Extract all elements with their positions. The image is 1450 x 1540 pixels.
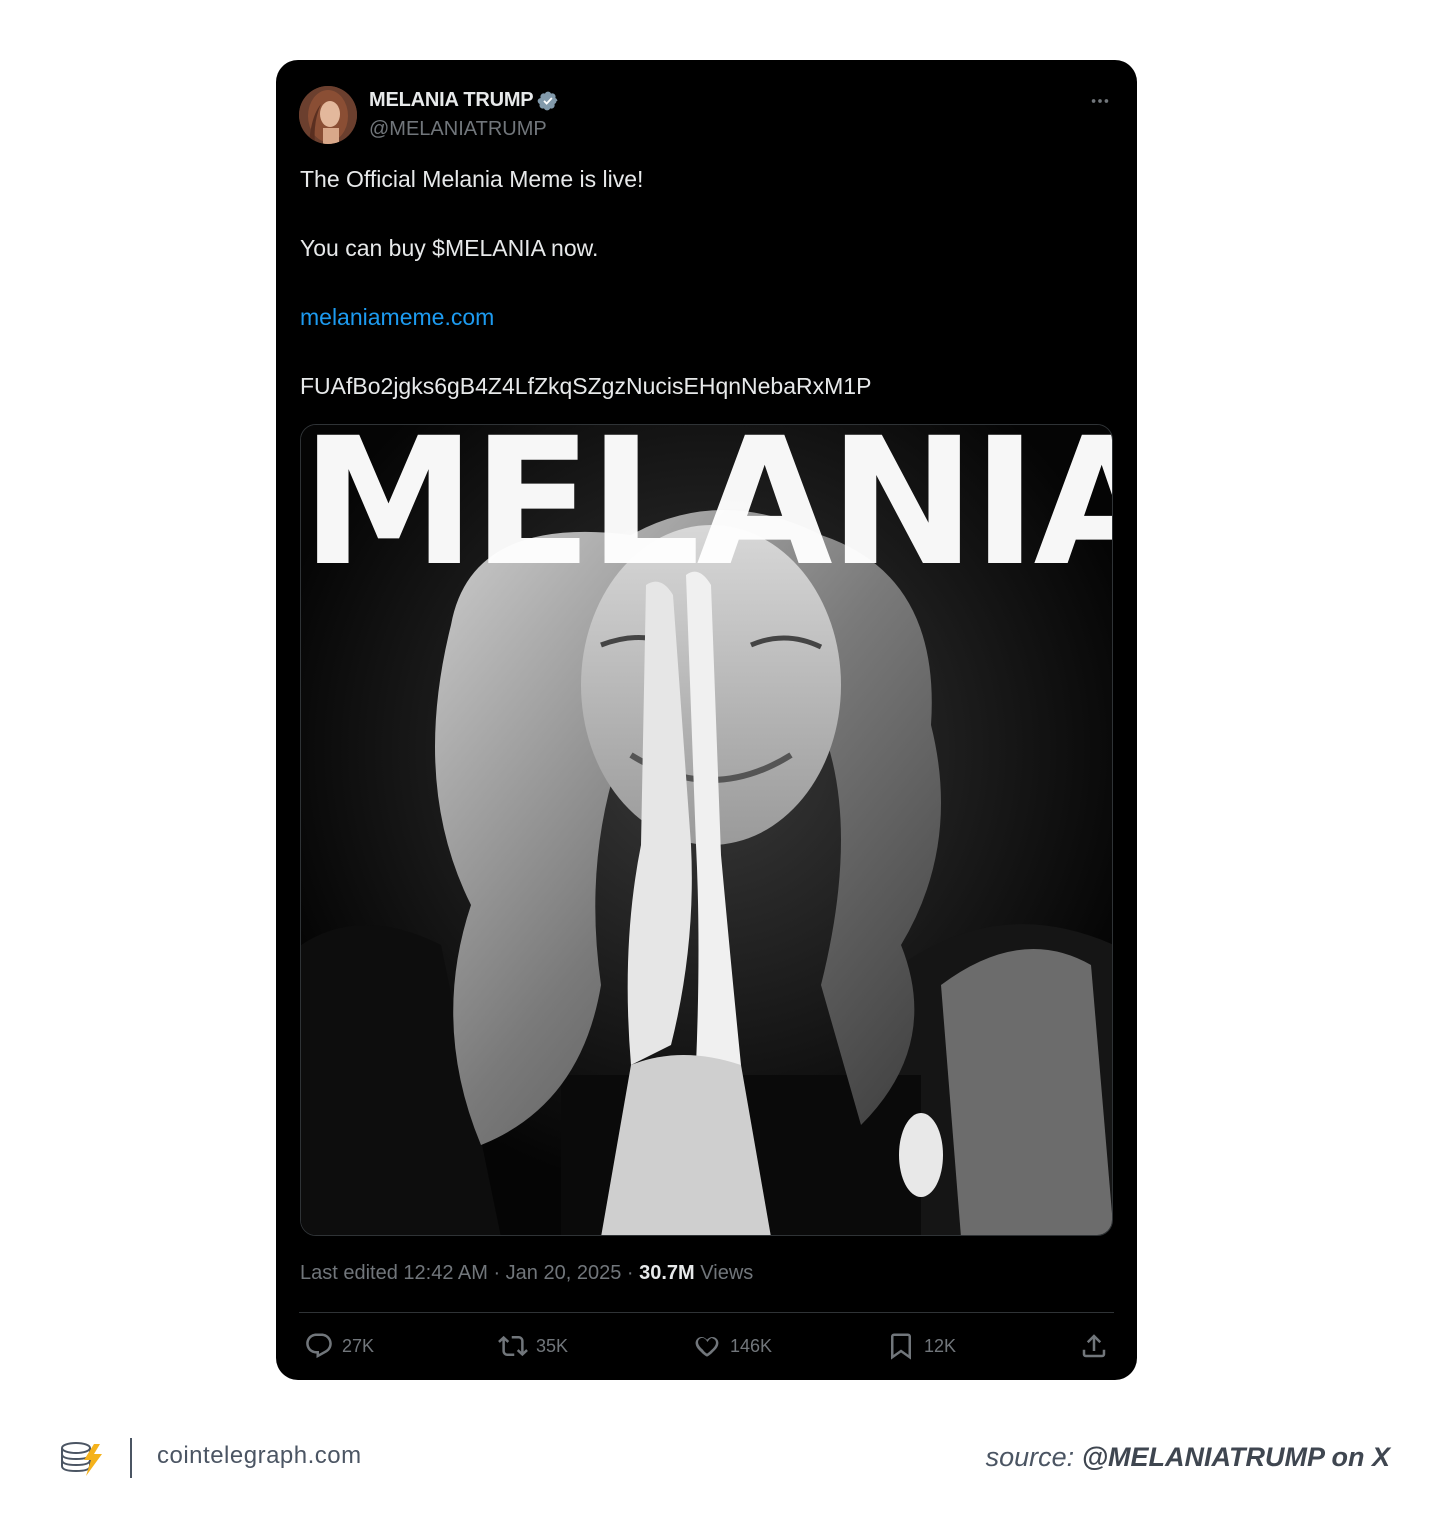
author-avatar[interactable] bbox=[299, 86, 357, 144]
edited-timestamp[interactable]: Last edited 12:42 AM · Jan 20, 2025 · bbox=[300, 1262, 639, 1284]
media-title-text: MELANIA bbox=[301, 424, 1113, 605]
footer-source-handle: @MELANIATRUMP on X bbox=[1081, 1442, 1390, 1472]
cointelegraph-logo-icon bbox=[61, 1442, 102, 1476]
more-options-icon[interactable] bbox=[1085, 86, 1115, 116]
author-name[interactable]: MELANIA TRUMP bbox=[369, 89, 559, 112]
footer-separator bbox=[130, 1438, 132, 1478]
tweet-card: MELANIA TRUMP @MELANIATRUMP The Official… bbox=[276, 60, 1137, 1380]
like-button[interactable]: 146K bbox=[692, 1326, 772, 1366]
share-icon bbox=[1082, 1334, 1106, 1358]
share-button[interactable] bbox=[1079, 1326, 1109, 1366]
like-count: 146K bbox=[730, 1335, 773, 1356]
views-count: 30.7M bbox=[639, 1262, 695, 1284]
reply-button[interactable]: 27K bbox=[304, 1326, 374, 1366]
footer-source: source: @MELANIATRUMP on X bbox=[986, 1442, 1390, 1473]
repost-icon bbox=[498, 1335, 528, 1357]
heart-icon bbox=[695, 1336, 719, 1357]
views-label: Views bbox=[694, 1262, 754, 1284]
tweet-text-line-1: The Official Melania Meme is live! bbox=[300, 166, 644, 192]
tweet-media-image[interactable]: MELANIA bbox=[300, 424, 1113, 1236]
reply-count: 27K bbox=[342, 1335, 375, 1356]
tweet-link[interactable]: melaniameme.com bbox=[300, 304, 494, 331]
footer-site: cointelegraph.com bbox=[157, 1442, 362, 1469]
divider bbox=[299, 1312, 1114, 1313]
tweet-meta: Last edited 12:42 AM · Jan 20, 2025 · 30… bbox=[300, 1262, 753, 1285]
verified-badge-icon bbox=[538, 91, 558, 110]
author-name-text: MELANIA TRUMP bbox=[369, 89, 534, 111]
bookmark-count: 12K bbox=[924, 1335, 957, 1356]
footer-source-prefix: source: bbox=[985, 1442, 1082, 1472]
tweet-text-line-2: You can buy $MELANIA now. bbox=[300, 235, 599, 261]
reply-icon bbox=[306, 1333, 332, 1359]
repost-count: 35K bbox=[536, 1335, 569, 1356]
bookmark-button[interactable]: 12K bbox=[886, 1326, 956, 1366]
tweet-contract-address: FUAfBo2jgks6gB4Z4LfZkqSZgzNucisEHqnNebaR… bbox=[300, 373, 872, 399]
avatar-portrait-image bbox=[299, 86, 357, 144]
bookmark-icon bbox=[891, 1333, 911, 1360]
tweet-actions: 27K 35K 146K 12K bbox=[300, 1326, 1113, 1366]
author-handle[interactable]: @MELANIATRUMP bbox=[369, 118, 547, 141]
repost-button[interactable]: 35K bbox=[498, 1326, 568, 1366]
